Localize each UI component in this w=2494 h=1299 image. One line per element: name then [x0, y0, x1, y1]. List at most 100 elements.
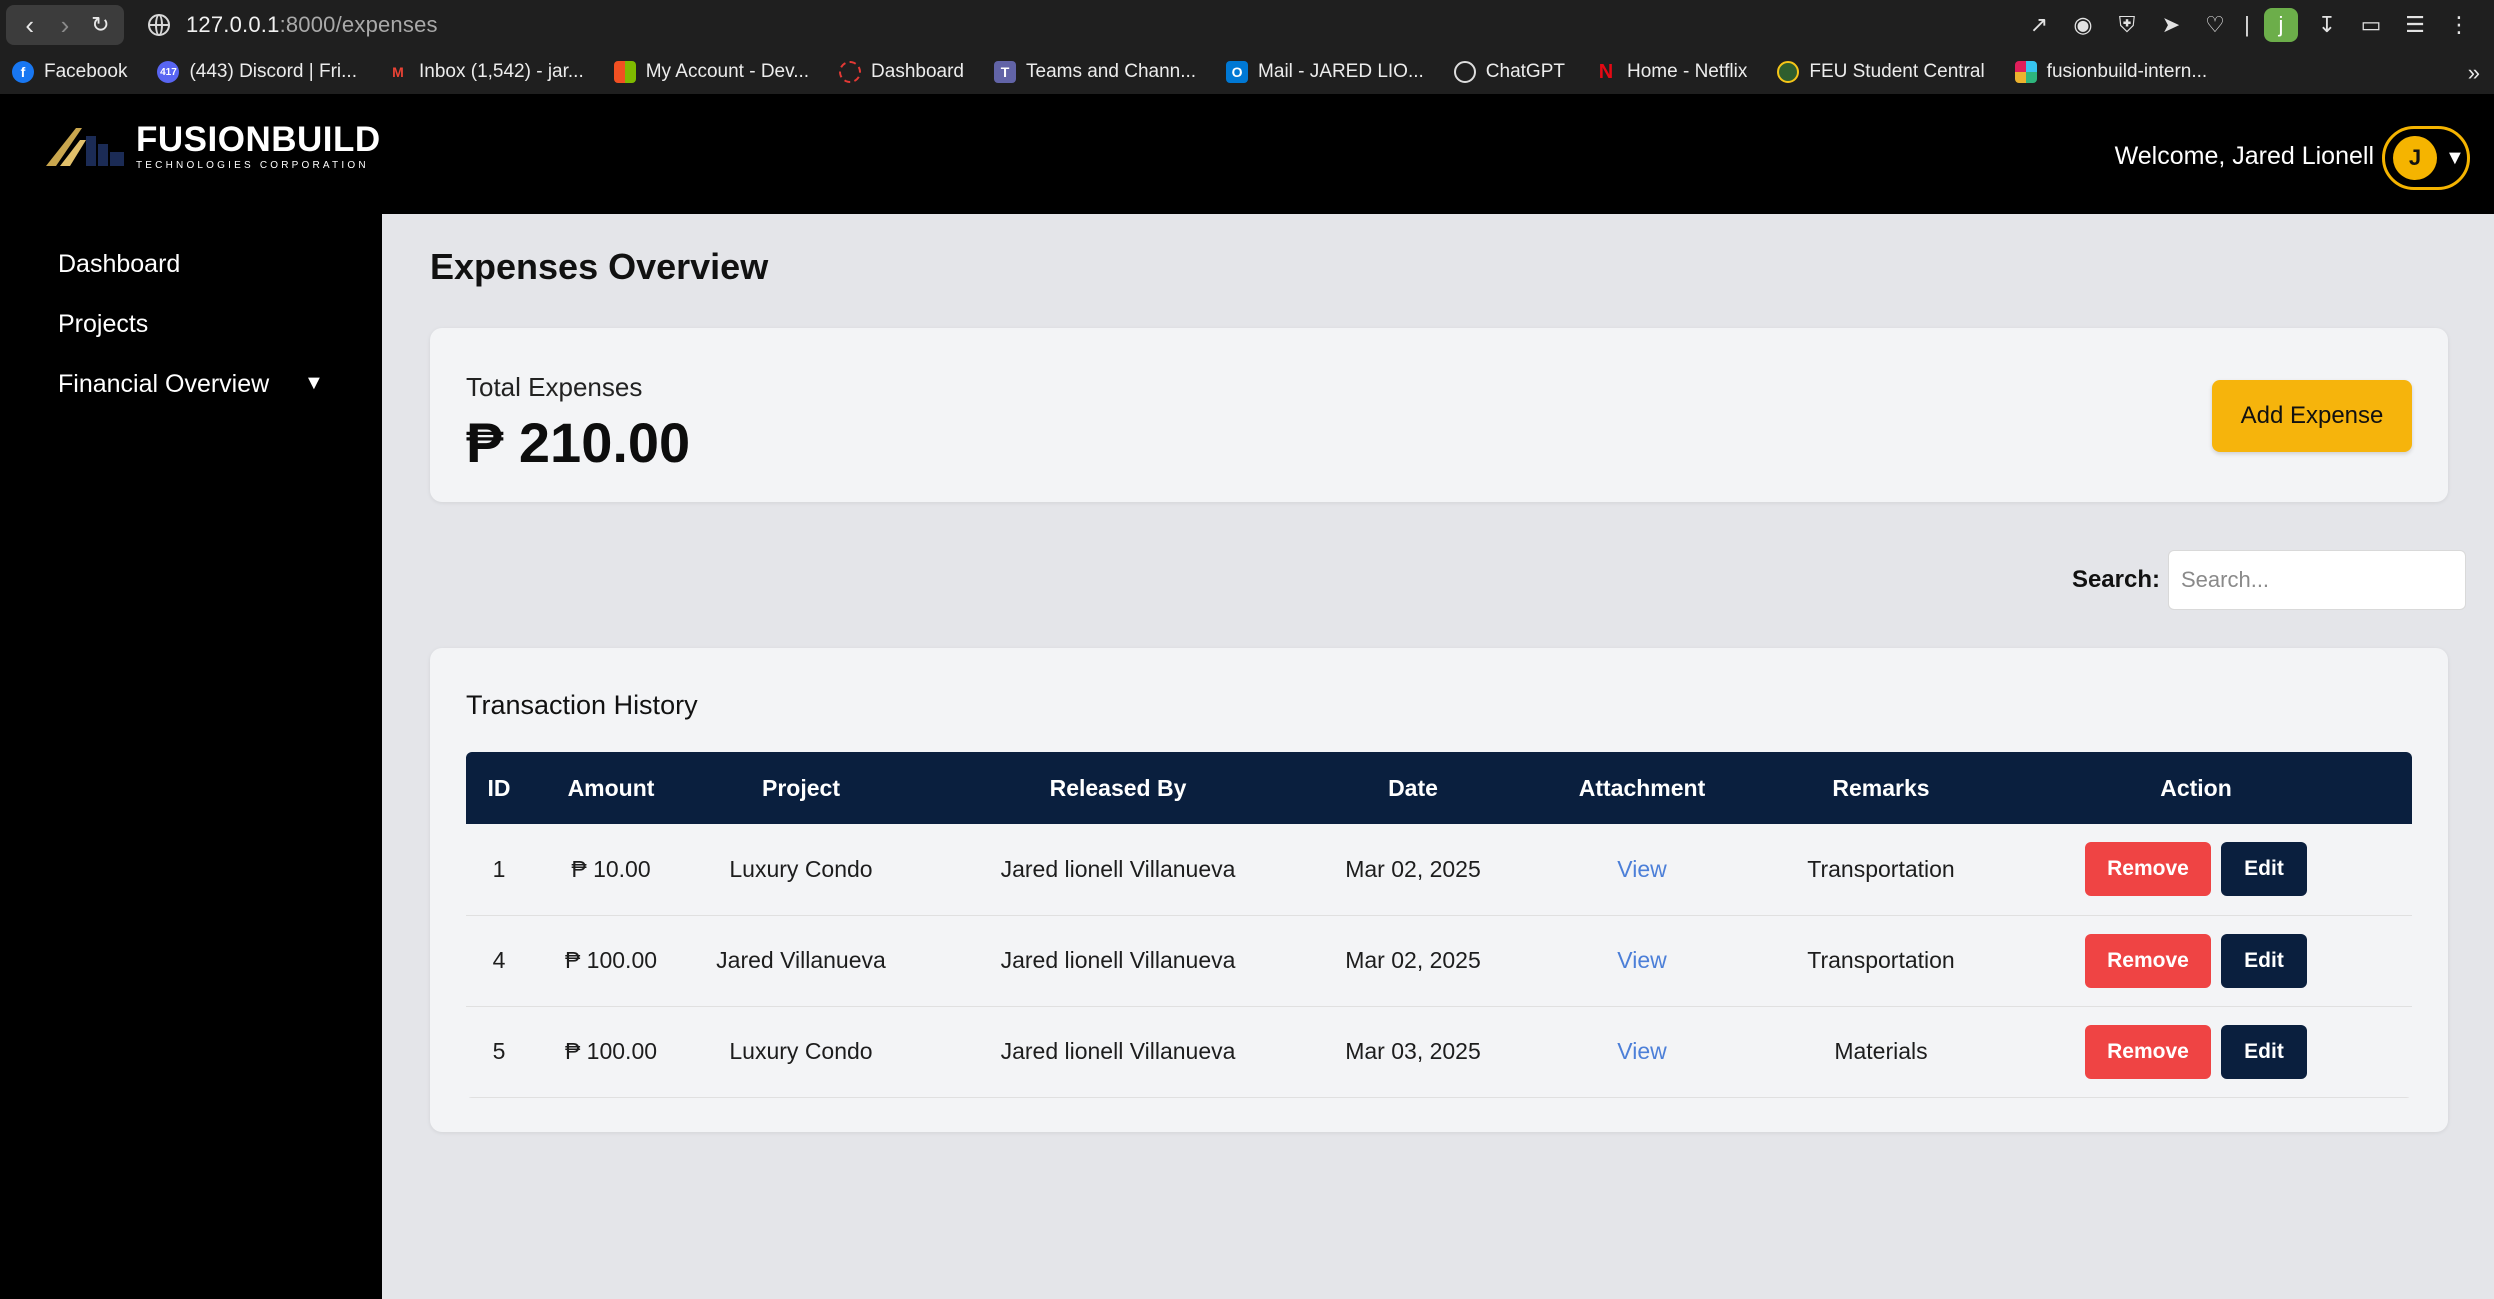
bookmark-item[interactable]: ChatGPT [1453, 61, 1565, 83]
cell-attachment: View [1502, 824, 1782, 916]
send-icon[interactable]: ➤ [2156, 10, 2186, 40]
view-attachment-link[interactable]: View [1617, 947, 1666, 973]
reading-list-icon[interactable]: ☰ [2400, 10, 2430, 40]
dashboard-icon [839, 61, 862, 83]
address-bar[interactable]: 127.0.0.1:8000/expenses [148, 5, 438, 45]
company-logo[interactable]: FUSIONBUILD TECHNOLOGIES CORPORATION [46, 122, 381, 171]
bookmark-item[interactable]: FEU Student Central [1777, 61, 1985, 83]
bookmark-label: Home - Netflix [1627, 61, 1748, 82]
cell-remarks: Materials [1782, 1006, 1980, 1098]
menu-icon[interactable]: ⋮ [2444, 10, 2474, 40]
back-arrow-icon[interactable]: ‹ [15, 10, 45, 40]
caret-down-icon[interactable]: ▼ [304, 372, 324, 395]
search-label: Search: [2071, 566, 2160, 593]
column-header-date: Date [1324, 752, 1502, 824]
cell-date: Mar 03, 2025 [1324, 1006, 1502, 1098]
view-attachment-link[interactable]: View [1617, 856, 1666, 882]
sidebar-item-dashboard[interactable]: Dashboard [58, 250, 180, 279]
main-content: Expenses Overview Total Expenses ₱ 210.0… [382, 214, 2494, 1299]
browser-toolbar: ‹ › ↻ 127.0.0.1:8000/expenses ↗ ◉ ⛨ ➤ ♡ … [0, 0, 2494, 50]
remove-button[interactable]: Remove [2085, 842, 2211, 897]
logo-mark-icon [46, 128, 124, 166]
cell-amount: ₱ 10.00 [532, 824, 690, 916]
cell-action: Remove Edit [1980, 1006, 2412, 1098]
add-expense-button[interactable]: Add Expense [2212, 380, 2412, 452]
heart-icon[interactable]: ♡ [2200, 10, 2230, 40]
site-info-icon[interactable] [148, 14, 170, 36]
slack-icon [2014, 61, 2037, 83]
bookmark-label: Mail - JARED LIO... [1258, 61, 1424, 82]
bookmark-item[interactable]: Dashboard [839, 61, 964, 83]
column-header-project: Project [690, 752, 912, 824]
remove-button[interactable]: Remove [2085, 933, 2211, 988]
battery-icon[interactable]: ▭ [2356, 10, 2386, 40]
caret-down-icon: ▼ [2445, 146, 2465, 169]
total-expenses-value: ₱ 210.00 [466, 411, 691, 474]
divider-icon: | [2244, 12, 2250, 37]
search-input[interactable] [2168, 550, 2466, 610]
sidebar-item-financial-overview[interactable]: Financial Overview [58, 370, 269, 399]
forward-arrow-icon[interactable]: › [50, 10, 80, 40]
welcome-text: Welcome, Jared Lionell [2114, 142, 2374, 170]
remove-button[interactable]: Remove [2085, 1024, 2211, 1079]
cell-id: 4 [466, 915, 532, 1007]
app-header: FUSIONBUILD TECHNOLOGIES CORPORATION Wel… [0, 94, 2494, 214]
bookmark-item[interactable]: M Inbox (1,542) - jar... [387, 61, 584, 83]
transaction-history-card: Transaction History ID Amount Project Re… [430, 648, 2448, 1132]
cell-id: 5 [466, 1006, 532, 1098]
column-header-id: ID [466, 752, 532, 824]
total-expenses-label: Total Expenses [466, 372, 643, 402]
reload-icon[interactable]: ↻ [85, 10, 115, 40]
bookmark-label: FEU Student Central [1809, 61, 1985, 82]
table-row: 4 ₱ 100.00 Jared Villanueva Jared lionel… [466, 915, 2412, 1007]
bookmark-item[interactable]: fusionbuild-intern... [2014, 61, 2207, 83]
user-avatar: J [2393, 136, 2437, 180]
bookmark-item[interactable]: O Mail - JARED LIO... [1226, 61, 1424, 83]
camera-icon[interactable]: ◉ [2068, 10, 2098, 40]
cell-released-by: Jared lionell Villanueva [912, 915, 1324, 1007]
cell-date: Mar 02, 2025 [1324, 915, 1502, 1007]
bookmark-label: ChatGPT [1485, 61, 1565, 82]
cell-amount: ₱ 100.00 [532, 915, 690, 1007]
cell-remarks: Transportation [1782, 915, 1980, 1007]
table-header-row: ID Amount Project Released By Date Attac… [466, 752, 2412, 824]
view-attachment-link[interactable]: View [1617, 1038, 1666, 1064]
shield-icon[interactable]: ⛨ [2112, 10, 2142, 40]
share-icon[interactable]: ↗ [2024, 10, 2054, 40]
teams-icon: T [994, 61, 1016, 83]
user-menu-toggle[interactable]: J ▼ [2382, 126, 2470, 190]
cell-id: 1 [466, 824, 532, 916]
download-icon[interactable]: ↧ [2312, 10, 2342, 40]
bookmark-label: (443) Discord | Fri... [189, 61, 357, 82]
column-header-action: Action [1980, 752, 2412, 824]
bookmark-label: Inbox (1,542) - jar... [418, 61, 584, 82]
cell-action: Remove Edit [1980, 915, 2412, 1007]
gmail-icon: M [392, 64, 404, 80]
bookmark-item[interactable]: 417 (443) Discord | Fri... [157, 61, 357, 83]
facebook-icon: f [12, 61, 34, 83]
more-bookmarks-icon[interactable]: » [2468, 60, 2480, 86]
bookmark-item[interactable]: T Teams and Chann... [994, 61, 1196, 83]
column-header-released-by: Released By [912, 752, 1324, 824]
column-header-amount: Amount [532, 752, 690, 824]
edit-button[interactable]: Edit [2221, 842, 2307, 897]
transaction-history-title: Transaction History [466, 690, 698, 720]
extension-icons: ↗ ◉ ⛨ ➤ ♡ | j ↧ ▭ ☰ ⋮ [2024, 8, 2474, 42]
cell-attachment: View [1502, 1006, 1782, 1098]
table-row: 5 ₱ 100.00 Luxury Condo Jared lionell Vi… [466, 1006, 2412, 1098]
microsoft-icon [613, 61, 636, 83]
url-host: 127.0.0.1 [186, 12, 280, 37]
bookmark-item[interactable]: My Account - Dev... [613, 61, 809, 83]
edit-button[interactable]: Edit [2221, 933, 2307, 988]
cell-released-by: Jared lionell Villanueva [912, 1006, 1324, 1098]
bookmark-item[interactable]: N Home - Netflix [1595, 61, 1748, 83]
profile-avatar[interactable]: j [2264, 8, 2298, 42]
bookmark-item[interactable]: f Facebook [12, 61, 127, 83]
cell-date: Mar 02, 2025 [1324, 824, 1502, 916]
sidebar-item-projects[interactable]: Projects [58, 310, 148, 339]
bookmark-label: Facebook [44, 61, 128, 82]
chatgpt-icon [1453, 61, 1476, 83]
edit-button[interactable]: Edit [2221, 1024, 2307, 1079]
url-text[interactable]: 127.0.0.1:8000/expenses [186, 12, 438, 38]
cell-project: Luxury Condo [690, 824, 912, 916]
